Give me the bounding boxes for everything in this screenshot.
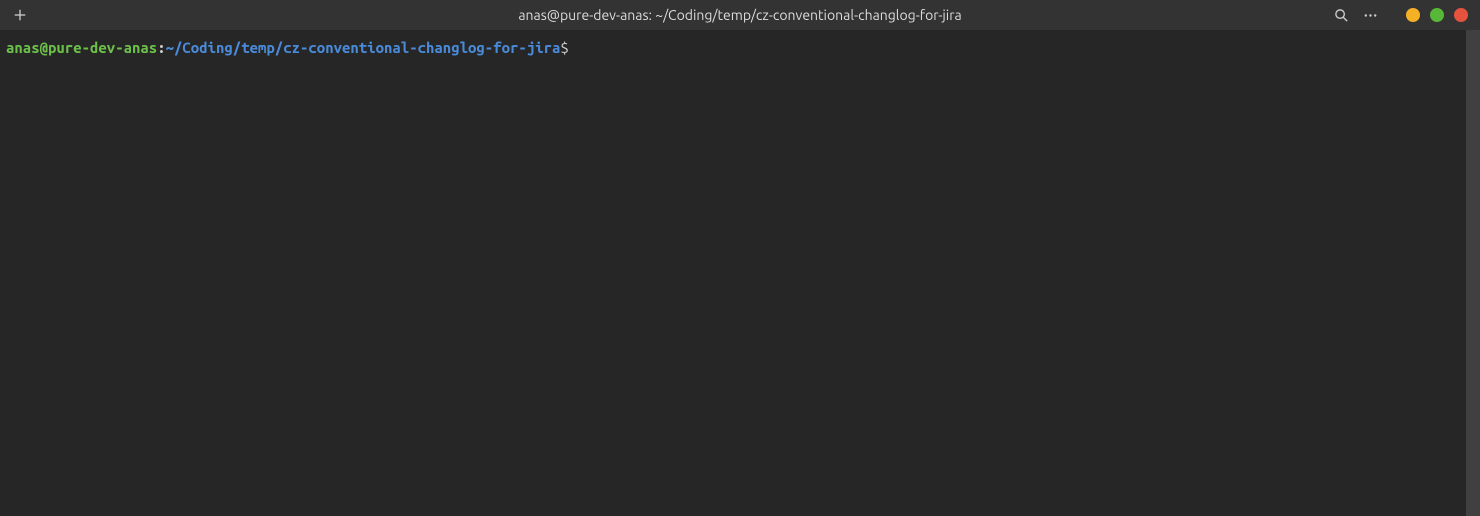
new-tab-icon[interactable] [12, 7, 28, 23]
prompt-symbol: $ [560, 39, 568, 56]
titlebar-left [12, 7, 28, 23]
scrollbar-thumb[interactable] [1466, 30, 1480, 516]
search-icon[interactable] [1334, 8, 1349, 23]
prompt-path: ~/Coding/temp/cz-conventional-changlog-f… [166, 39, 561, 56]
maximize-button[interactable] [1430, 8, 1444, 22]
cursor-space [569, 39, 577, 56]
prompt-line: anas@pure-dev-anas:~/Coding/temp/cz-conv… [6, 38, 1474, 58]
prompt-separator: : [157, 39, 165, 56]
terminal-body[interactable]: anas@pure-dev-anas:~/Coding/temp/cz-conv… [0, 30, 1480, 516]
close-button[interactable] [1454, 8, 1468, 22]
scrollbar[interactable] [1466, 30, 1480, 516]
titlebar: anas@pure-dev-anas: ~/Coding/temp/cz-con… [0, 0, 1480, 30]
window-title: anas@pure-dev-anas: ~/Coding/temp/cz-con… [0, 7, 1480, 23]
titlebar-right [1334, 8, 1468, 23]
window-controls [1406, 8, 1468, 22]
menu-icon[interactable] [1363, 8, 1378, 23]
prompt-user-host: anas@pure-dev-anas [6, 39, 157, 56]
minimize-button[interactable] [1406, 8, 1420, 22]
